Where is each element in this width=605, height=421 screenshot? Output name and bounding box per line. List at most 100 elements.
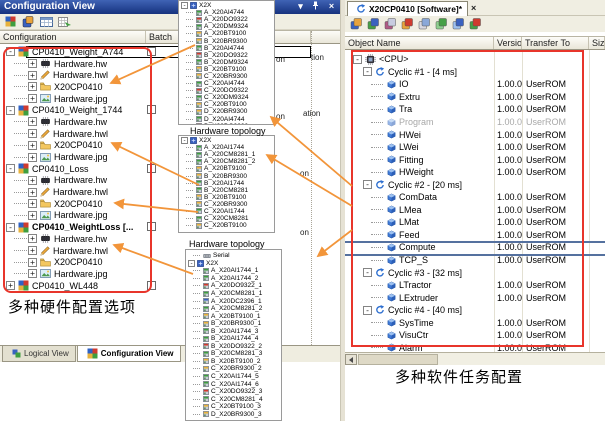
horizontal-scrollbar[interactable] xyxy=(345,352,605,365)
program-row[interactable]: Feed1.00.0UserROM xyxy=(345,229,605,242)
module-row[interactable]: B_X20AI1744 xyxy=(181,180,274,187)
module-row[interactable]: B_X20BT9100 xyxy=(181,194,274,201)
expand-expander-icon[interactable]: + xyxy=(28,94,37,103)
config-row[interactable]: -CP0410_Weight_A744 xyxy=(0,46,340,58)
module-row[interactable]: B_X20DO9322 xyxy=(181,52,274,59)
module-row[interactable]: B_X20BT9100_2 xyxy=(188,358,281,366)
module-row[interactable]: C_X20AI1744 xyxy=(181,208,274,215)
collapse-expander-icon[interactable]: - xyxy=(6,223,15,232)
program-row[interactable]: Tra1.00.0UserROM xyxy=(345,103,605,116)
batch-checkbox[interactable] xyxy=(147,222,156,231)
expand-expander-icon[interactable]: + xyxy=(28,176,37,185)
module-row[interactable]: D_X20BR9300 xyxy=(181,108,274,115)
module-row[interactable]: A_X20AI1744_1 xyxy=(188,267,281,275)
program-row[interactable]: LMat1.00.0UserROM xyxy=(345,216,605,229)
serial-root-row[interactable]: Serial xyxy=(188,252,281,260)
config-file-row[interactable]: +X20CP0410 xyxy=(0,81,340,93)
module-row[interactable]: B_X20BR9300 xyxy=(181,37,274,44)
program-row[interactable]: HWeight1.00.0UserROM xyxy=(345,166,605,179)
collapse-expander-icon[interactable]: - xyxy=(6,164,15,173)
cyclic-task-row[interactable]: -Cyclic #2 - [20 ms] xyxy=(345,178,605,191)
new-object-icon[interactable] xyxy=(349,18,363,31)
module-row[interactable]: C_X20AI1744_5 xyxy=(188,373,281,381)
program-row[interactable]: Program1.00.0UserROM xyxy=(345,116,605,129)
module-row[interactable]: C_X20DO9322_3 xyxy=(188,388,281,396)
cyclic-task-row[interactable]: -Cyclic #3 - [32 ms] xyxy=(345,266,605,279)
module-row[interactable]: D_X20AI4744 xyxy=(181,116,274,123)
scroll-left-button[interactable] xyxy=(345,354,357,365)
software-tab[interactable]: X20CP0410 [Software]* xyxy=(347,1,468,16)
batch-checkbox[interactable] xyxy=(147,164,156,173)
module-row[interactable]: A_X20AI1744_2 xyxy=(188,275,281,283)
tab-close-icon[interactable]: × xyxy=(471,3,476,13)
expand-expander-icon[interactable]: + xyxy=(28,71,37,80)
config-file-row[interactable]: +X20CP0410 xyxy=(0,140,340,152)
tab-configuration-view[interactable]: Configuration View xyxy=(77,346,181,362)
pin-button[interactable] xyxy=(309,1,322,12)
expand-expander-icon[interactable]: + xyxy=(28,129,37,138)
cyclic-task-row[interactable]: -Cyclic #1 - [4 ms] xyxy=(345,66,605,79)
program-row[interactable]: LTractor1.00.0UserROM xyxy=(345,279,605,292)
module-row[interactable]: A_X20AI4744 xyxy=(181,9,274,16)
module-row[interactable]: A_X20CM8281_1 xyxy=(188,290,281,298)
collapse-expander-icon[interactable]: - xyxy=(181,137,188,144)
config-row[interactable]: -CP0410_Loss xyxy=(0,163,340,175)
collapse-expander-icon[interactable]: - xyxy=(6,106,15,115)
collapse-expander-icon[interactable]: - xyxy=(6,47,15,56)
config-row[interactable]: -CP0410_WeightLoss [... xyxy=(0,221,340,233)
module-row[interactable]: A_X20DO9322_1 xyxy=(188,282,281,290)
collapse-expander-icon[interactable]: - xyxy=(181,2,188,9)
expand-expander-icon[interactable]: + xyxy=(28,59,37,68)
program-row[interactable]: SysTime1.00.0UserROM xyxy=(345,316,605,329)
module-row[interactable]: B_X20BR9300_1 xyxy=(188,320,281,328)
transfer-icon[interactable] xyxy=(451,18,465,31)
module-row[interactable]: B_X20BR9300 xyxy=(181,172,274,179)
module-row[interactable]: C_X20DO9322 xyxy=(181,87,274,94)
module-row[interactable]: C_X20AI1744_6 xyxy=(188,380,281,388)
program-row[interactable]: ComData1.00.0UserROM xyxy=(345,191,605,204)
collapse-expander-icon[interactable]: - xyxy=(353,55,362,64)
module-row[interactable]: C_X20BR9300 xyxy=(181,73,274,80)
module-row[interactable]: B_X20DM9324 xyxy=(181,59,274,66)
config-file-row[interactable]: +Hardware.hw xyxy=(0,175,340,187)
batch-checkbox[interactable] xyxy=(147,281,156,290)
module-row[interactable]: C_X20BR9300 xyxy=(181,201,274,208)
build-icon[interactable] xyxy=(434,18,448,31)
config-file-row[interactable]: +Hardware.hwl xyxy=(0,69,340,81)
program-row[interactable]: LExtruder1.00.0UserROM xyxy=(345,291,605,304)
program-row[interactable]: Extru1.00.0UserROM xyxy=(345,91,605,104)
program-row[interactable]: HWei1.00.0UserROM xyxy=(345,128,605,141)
module-row[interactable]: C_X20BT9100_3 xyxy=(188,403,281,411)
config-file-row[interactable]: +Hardware.jpg xyxy=(0,210,340,222)
configurations-icon[interactable] xyxy=(3,15,17,28)
module-row[interactable]: D_X20DO9322 xyxy=(181,123,274,125)
scrollbar-thumb[interactable] xyxy=(358,354,438,365)
program-row[interactable]: LMea1.00.0UserROM xyxy=(345,204,605,217)
close-button[interactable]: × xyxy=(325,1,338,11)
module-row[interactable]: A_X20CM8281_1 xyxy=(181,151,274,158)
program-row[interactable]: Compute1.00.0UserROM xyxy=(345,241,605,254)
module-row[interactable]: C_X20CM8281_4 xyxy=(188,395,281,403)
config-row[interactable]: +CP0410_WL448 xyxy=(0,280,340,292)
module-row[interactable]: A_X20BT9100 xyxy=(181,30,274,37)
delete-object-icon[interactable] xyxy=(400,18,414,31)
expand-expander-icon[interactable]: + xyxy=(28,153,37,162)
module-row[interactable]: A_X20DC2396_1 xyxy=(188,297,281,305)
module-row[interactable]: A_X20CM8281_2 xyxy=(181,158,274,165)
expand-expander-icon[interactable]: + xyxy=(28,141,37,150)
expand-expander-icon[interactable]: + xyxy=(28,117,37,126)
rebuild-icon[interactable] xyxy=(468,18,482,31)
expand-expander-icon[interactable]: + xyxy=(28,199,37,208)
program-row[interactable]: VisuCtr1.00.0UserROM xyxy=(345,329,605,342)
module-row[interactable]: C_X20BT9100 xyxy=(181,222,274,229)
config-file-row[interactable]: +X20CP0410 xyxy=(0,256,340,268)
module-row[interactable]: B_X20CM8281 xyxy=(181,187,274,194)
module-row[interactable]: A_X20BT9100_1 xyxy=(188,312,281,320)
program-row[interactable]: IO1.00.0UserROM xyxy=(345,78,605,91)
collapse-expander-icon[interactable]: - xyxy=(363,306,372,315)
expand-expander-icon[interactable]: + xyxy=(28,234,37,243)
module-row[interactable]: D_X20BR9300_3 xyxy=(188,410,281,418)
module-row[interactable]: B_X20AI4744 xyxy=(181,45,274,52)
program-row[interactable]: Fitting1.00.0UserROM xyxy=(345,153,605,166)
expand-expander-icon[interactable]: + xyxy=(28,258,37,267)
